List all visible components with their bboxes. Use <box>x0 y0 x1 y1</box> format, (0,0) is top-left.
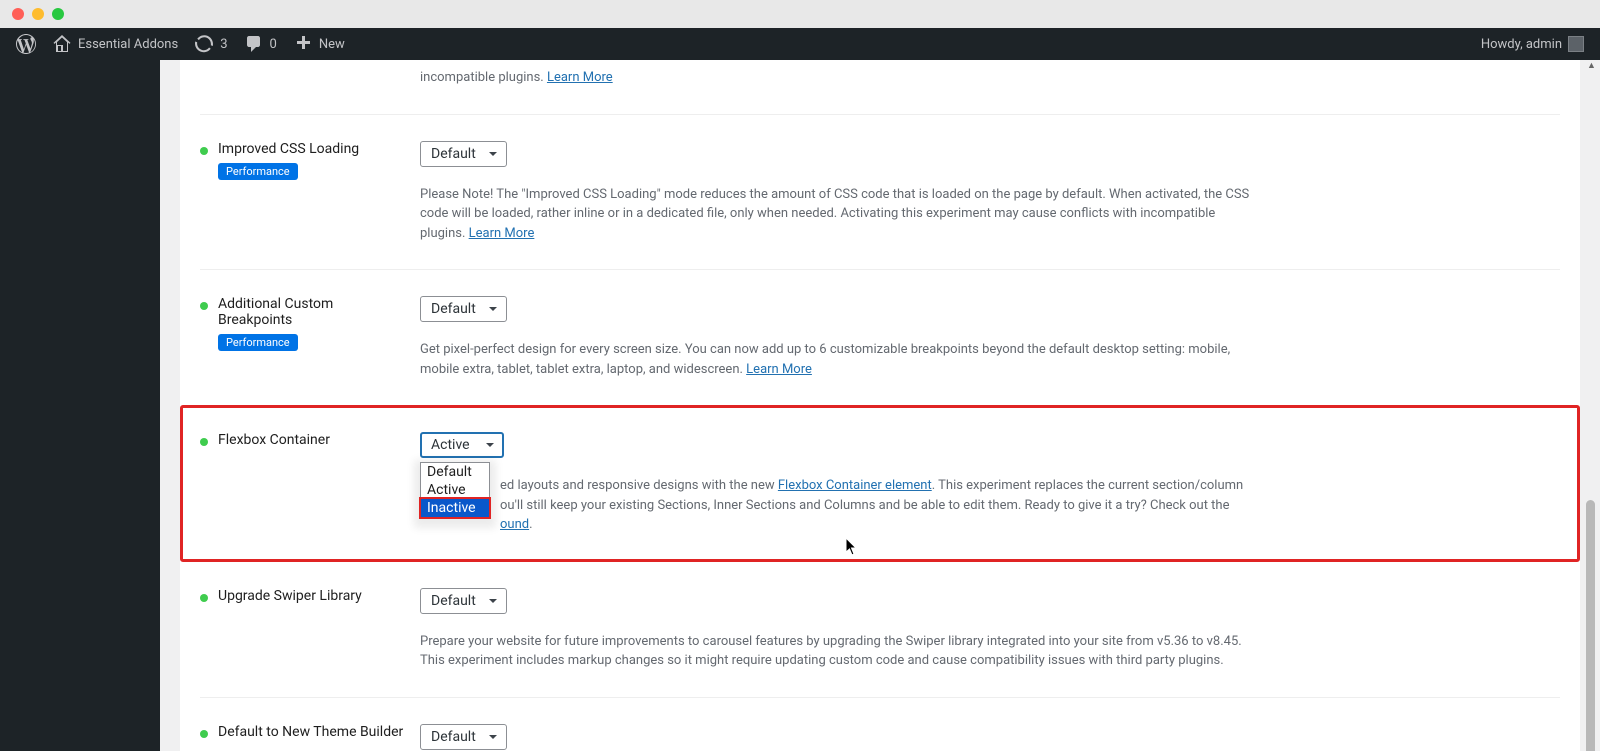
site-name: Essential Addons <box>78 37 178 52</box>
setting-title: Improved CSS Loading <box>218 141 359 157</box>
close-window-icon[interactable] <box>12 8 24 20</box>
setting-title: Flexbox Container <box>218 432 330 448</box>
setting-description: incompatible plugins. Learn More <box>420 68 1260 88</box>
status-dot-icon <box>200 147 208 155</box>
account-link[interactable]: Howdy, admin <box>1473 28 1592 60</box>
cursor-icon <box>846 538 860 556</box>
select-swiper[interactable]: Default <box>420 588 507 614</box>
setting-description: Get pixel-perfect design for every scree… <box>420 340 1260 379</box>
setting-description: Please Note! The "Improved CSS Loading" … <box>420 185 1260 244</box>
option-default[interactable]: Default <box>421 463 489 481</box>
select-dropdown: Default Active Inactive <box>420 462 490 518</box>
option-inactive[interactable]: Inactive <box>419 497 491 519</box>
greeting: Howdy, admin <box>1481 37 1562 52</box>
updates-link[interactable]: 3 <box>186 28 235 60</box>
setting-row-partial: incompatible plugins. Learn More <box>200 60 1560 115</box>
select-improved-css[interactable]: Default <box>420 141 507 167</box>
wp-logo-menu[interactable] <box>8 28 44 60</box>
setting-row-breakpoints: Additional Custom Breakpoints Performanc… <box>200 270 1560 406</box>
admin-bar: Essential Addons 3 0 New Howdy, admin <box>0 28 1600 60</box>
admin-sidebar <box>0 60 160 751</box>
select-theme-builder[interactable]: Default <box>420 724 507 750</box>
playground-link[interactable]: ound <box>500 517 529 532</box>
maximize-window-icon[interactable] <box>52 8 64 20</box>
select-breakpoints[interactable]: Default <box>420 296 507 322</box>
avatar <box>1568 36 1584 52</box>
window-chrome <box>0 0 1600 28</box>
performance-badge: Performance <box>218 163 298 180</box>
scrollbar[interactable] <box>1585 120 1597 741</box>
setting-row-improved-css: Improved CSS Loading Performance Default… <box>200 115 1560 271</box>
updates-count: 3 <box>220 37 227 52</box>
status-dot-icon <box>200 302 208 310</box>
site-link[interactable]: Essential Addons <box>44 28 186 60</box>
setting-description: Prepare your website for future improvem… <box>420 632 1260 671</box>
status-dot-icon <box>200 594 208 602</box>
comment-icon <box>244 34 264 54</box>
minimize-window-icon[interactable] <box>32 8 44 20</box>
select-flexbox[interactable]: Active <box>420 432 504 458</box>
scroll-up-icon[interactable]: ▲ <box>1587 60 1597 70</box>
setting-title: Additional Custom Breakpoints <box>218 296 410 328</box>
setting-row-theme-builder: Default to New Theme Builder Default Ent… <box>200 698 1560 751</box>
scrollbar-thumb[interactable] <box>1586 500 1595 751</box>
status-dot-icon <box>200 730 208 738</box>
setting-title: Upgrade Swiper Library <box>218 588 362 604</box>
flexbox-element-link[interactable]: Flexbox Container element <box>778 478 932 493</box>
plus-icon <box>293 34 313 54</box>
comments-count: 0 <box>270 37 277 52</box>
wordpress-icon <box>16 34 36 54</box>
learn-more-link[interactable]: Learn More <box>547 70 613 85</box>
setting-row-swiper: Upgrade Swiper Library Default Prepare y… <box>200 562 1560 698</box>
home-icon <box>52 34 72 54</box>
performance-badge: Performance <box>218 334 298 351</box>
setting-title: Default to New Theme Builder <box>218 724 403 740</box>
setting-row-flexbox: Flexbox Container Active Default Active … <box>200 406 1560 562</box>
learn-more-link[interactable]: Learn More <box>469 226 535 241</box>
status-dot-icon <box>200 438 208 446</box>
learn-more-link[interactable]: Learn More <box>746 362 812 377</box>
new-link[interactable]: New <box>285 28 353 60</box>
comments-link[interactable]: 0 <box>236 28 285 60</box>
update-icon <box>194 34 214 54</box>
new-label: New <box>319 37 345 52</box>
setting-description: xxxxxxxed layouts and responsive designs… <box>420 476 1260 535</box>
content-area: ▲ incompatible plugins. Learn More I <box>160 60 1600 751</box>
